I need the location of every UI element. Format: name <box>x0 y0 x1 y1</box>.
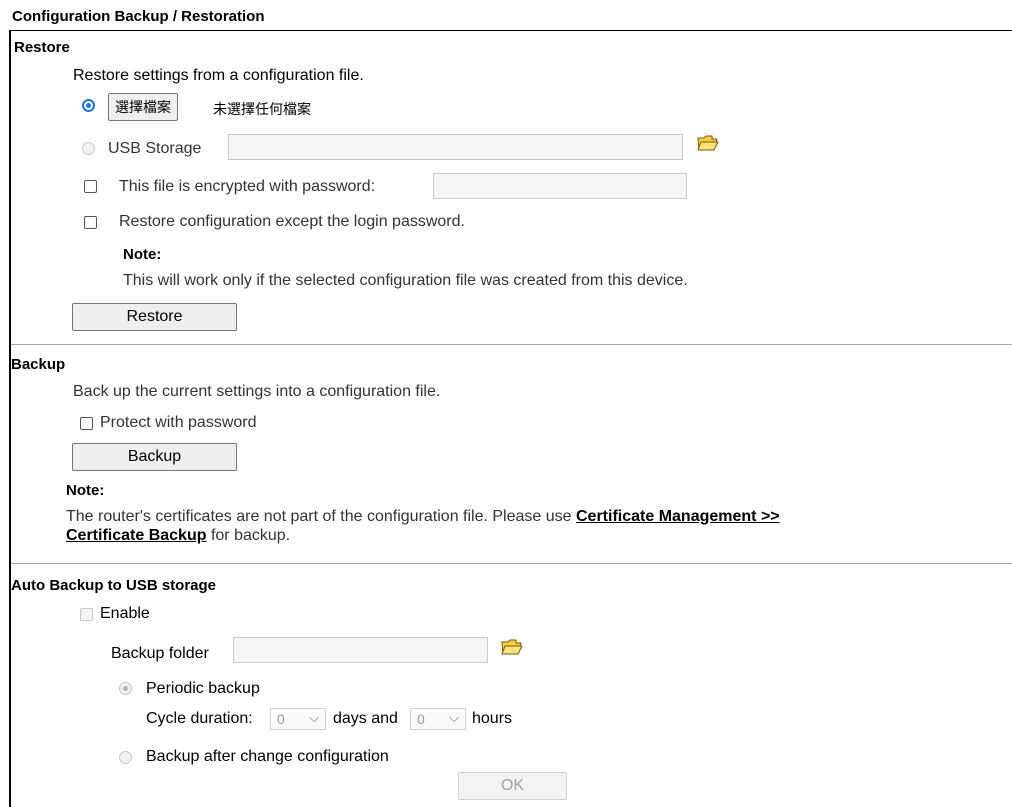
except-login-label: Restore configuration except the login p… <box>119 213 465 230</box>
backup-note-heading: Note: <box>66 482 105 499</box>
protect-password-checkbox[interactable] <box>80 417 93 430</box>
backup-description: Back up the current settings into a conf… <box>73 383 441 400</box>
chevron-down-icon: ⌵ <box>309 710 319 725</box>
restore-heading: Restore <box>14 39 70 56</box>
cycle-duration-label: Cycle duration: <box>146 710 253 727</box>
encrypted-checkbox[interactable] <box>84 180 97 193</box>
days-select[interactable]: 0 ⌵ <box>270 708 326 730</box>
restore-note-text: This will work only if the selected conf… <box>123 272 688 289</box>
periodic-backup-label: Periodic backup <box>146 680 260 697</box>
backup-note-text: The router's certificates are not part o… <box>66 508 780 526</box>
enable-label: Enable <box>100 605 150 622</box>
protect-password-label: Protect with password <box>100 414 257 431</box>
divider <box>11 563 1012 564</box>
backup-heading: Backup <box>11 356 66 373</box>
chevron-down-icon: ⌵ <box>449 710 459 725</box>
choose-file-button[interactable]: 選擇檔案 <box>108 93 178 121</box>
backup-note-text-line2: Certificate Backup for backup. <box>66 527 290 545</box>
restore-button[interactable]: Restore <box>72 303 237 331</box>
hours-select-value: 0 <box>417 711 425 727</box>
hours-select[interactable]: 0 ⌵ <box>410 708 466 730</box>
encrypted-label: This file is encrypted with password: <box>119 178 376 195</box>
after-change-label: Backup after change configuration <box>146 748 389 765</box>
backup-button[interactable]: Backup <box>72 443 237 471</box>
folder-icon[interactable] <box>697 134 719 152</box>
days-unit-label: days and <box>333 710 398 727</box>
backup-note-text-after: for backup. <box>206 527 291 544</box>
file-status: 未選擇任何檔案 <box>213 101 311 117</box>
divider <box>11 344 1012 345</box>
restore-from-file-radio[interactable] <box>82 99 95 112</box>
restore-from-usb-radio[interactable] <box>82 142 95 155</box>
except-login-checkbox[interactable] <box>84 216 97 229</box>
hours-unit-label: hours <box>472 710 513 727</box>
restore-description: Restore settings from a configuration fi… <box>73 67 364 84</box>
backup-folder-field[interactable] <box>233 637 488 663</box>
usb-path-field[interactable] <box>228 134 683 160</box>
ok-button[interactable]: OK <box>458 772 567 800</box>
periodic-backup-radio[interactable] <box>119 682 132 695</box>
page-title: Configuration Backup / Restoration <box>12 8 265 25</box>
after-change-radio[interactable] <box>119 751 132 764</box>
folder-icon[interactable] <box>501 638 523 656</box>
certificate-backup-link[interactable]: Certificate Backup <box>66 527 207 544</box>
days-select-value: 0 <box>277 711 285 727</box>
backup-note-text-before: The router's certificates are not part o… <box>66 508 576 525</box>
certificate-management-link[interactable]: Certificate Management >> <box>576 508 780 525</box>
encrypted-password-field[interactable] <box>433 173 687 199</box>
auto-backup-heading: Auto Backup to USB storage <box>11 577 217 594</box>
enable-checkbox[interactable] <box>80 608 93 621</box>
usb-storage-label: USB Storage <box>108 140 202 157</box>
backup-folder-label: Backup folder <box>111 645 209 662</box>
restore-note-heading: Note: <box>123 246 162 263</box>
